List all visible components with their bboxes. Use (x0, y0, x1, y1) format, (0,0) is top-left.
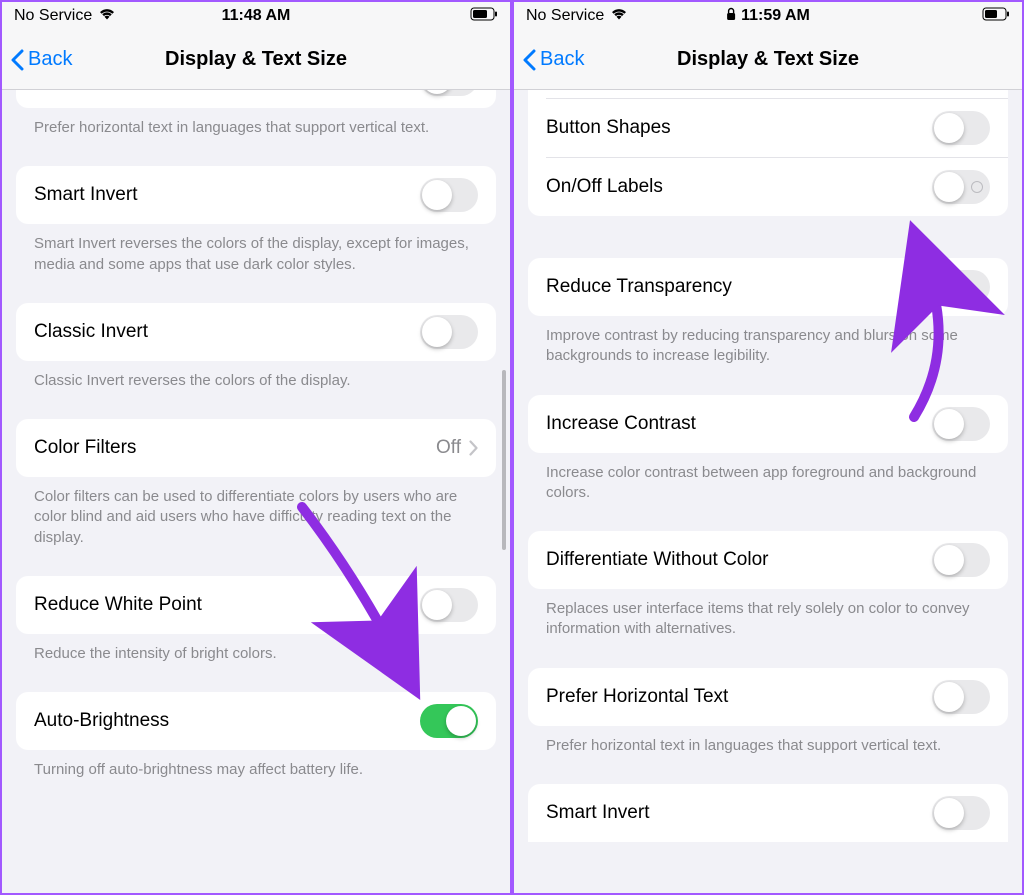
row-prefer-horizontal[interactable]: Prefer Horizontal Text (528, 668, 1008, 726)
footer-color-filters: Color filters can be used to differentia… (2, 477, 510, 576)
row-diff-without-color[interactable]: Differentiate Without Color (528, 531, 1008, 589)
toggle-increase-contrast[interactable] (932, 407, 990, 441)
toggle-button-shapes[interactable] (932, 111, 990, 145)
scrollbar[interactable] (502, 370, 506, 550)
row-classic-invert[interactable]: Classic Invert (16, 303, 496, 361)
row-prefer-horizontal-partial[interactable] (16, 90, 496, 108)
toggle-smart-invert[interactable] (420, 178, 478, 212)
wifi-icon (98, 7, 116, 25)
carrier-text: No Service (526, 7, 604, 25)
label-diff-without-color: Differentiate Without Color (546, 549, 768, 571)
status-bar: No Service 11:59 AM (514, 2, 1022, 30)
row-reduce-white-point[interactable]: Reduce White Point (16, 576, 496, 634)
row-color-filters[interactable]: Color Filters Off (16, 419, 496, 477)
label-reduce-white-point: Reduce White Point (34, 594, 202, 616)
toggle-reduce-transparency[interactable] (932, 270, 990, 304)
footer-prefer-horizontal: Prefer horizontal text in languages that… (514, 726, 1022, 784)
footer-auto-brightness: Turning off auto-brightness may affect b… (2, 750, 510, 808)
footer-increase-contrast: Increase color contrast between app fore… (514, 453, 1022, 532)
label-increase-contrast: Increase Contrast (546, 413, 696, 435)
row-smart-invert[interactable]: Smart Invert (528, 784, 1008, 842)
toggle-smart-invert[interactable] (932, 796, 990, 830)
row-larger-text[interactable]: Larger Text Off (528, 90, 1008, 98)
value-color-filters: Off (436, 437, 461, 459)
carrier-text: No Service (14, 7, 92, 25)
footer-reduce-white-point: Reduce the intensity of bright colors. (2, 634, 510, 692)
footer-classic-invert: Classic Invert reverses the colors of th… (2, 361, 510, 419)
footer-prefer-horizontal: Prefer horizontal text in languages that… (2, 108, 510, 166)
page-title: Display & Text Size (165, 48, 347, 71)
status-bar: No Service 11:48 AM (2, 2, 510, 30)
back-button[interactable]: Back (2, 48, 72, 71)
toggle-onoff-labels[interactable] (932, 170, 990, 204)
chevron-right-icon (469, 440, 478, 456)
row-increase-contrast[interactable]: Increase Contrast (528, 395, 1008, 453)
battery-icon (470, 7, 498, 26)
label-classic-invert: Classic Invert (34, 321, 148, 343)
label-onoff-labels: On/Off Labels (546, 176, 663, 198)
label-reduce-transparency: Reduce Transparency (546, 276, 732, 298)
row-button-shapes[interactable]: Button Shapes (528, 99, 1008, 157)
toggle-auto-brightness[interactable] (420, 704, 478, 738)
footer-smart-invert: Smart Invert reverses the colors of the … (2, 224, 510, 303)
left-screenshot: No Service 11:48 AM Back Display & Text … (0, 0, 512, 895)
chevron-left-icon (522, 49, 536, 71)
label-smart-invert: Smart Invert (34, 184, 137, 206)
label-smart-invert: Smart Invert (546, 802, 649, 824)
footer-reduce-transparency: Improve contrast by reducing transparenc… (514, 316, 1022, 395)
row-smart-invert[interactable]: Smart Invert (16, 166, 496, 224)
toggle-prefer-horizontal[interactable] (420, 90, 478, 96)
navbar: Back Display & Text Size (514, 30, 1022, 90)
navbar: Back Display & Text Size (2, 30, 510, 90)
back-button[interactable]: Back (514, 48, 584, 71)
label-button-shapes: Button Shapes (546, 117, 671, 139)
label-color-filters: Color Filters (34, 437, 136, 459)
back-label: Back (28, 48, 72, 71)
wifi-icon (610, 7, 628, 25)
label-prefer-horizontal: Prefer Horizontal Text (546, 686, 728, 708)
right-screenshot: No Service 11:59 AM Back Display & Text … (512, 0, 1024, 895)
battery-icon (982, 7, 1010, 26)
clock-text: 11:48 AM (222, 7, 291, 25)
toggle-prefer-horizontal[interactable] (932, 680, 990, 714)
toggle-reduce-white-point[interactable] (420, 588, 478, 622)
back-label: Back (540, 48, 584, 71)
row-onoff-labels[interactable]: On/Off Labels (528, 158, 1008, 216)
toggle-diff-without-color[interactable] (932, 543, 990, 577)
row-auto-brightness[interactable]: Auto-Brightness (16, 692, 496, 750)
toggle-classic-invert[interactable] (420, 315, 478, 349)
chevron-left-icon (10, 49, 24, 71)
lock-icon (726, 7, 736, 26)
page-title: Display & Text Size (677, 48, 859, 71)
clock-text: 11:59 AM (741, 7, 810, 25)
footer-diff-without-color: Replaces user interface items that rely … (514, 589, 1022, 668)
label-auto-brightness: Auto-Brightness (34, 710, 169, 732)
row-reduce-transparency[interactable]: Reduce Transparency (528, 258, 1008, 316)
